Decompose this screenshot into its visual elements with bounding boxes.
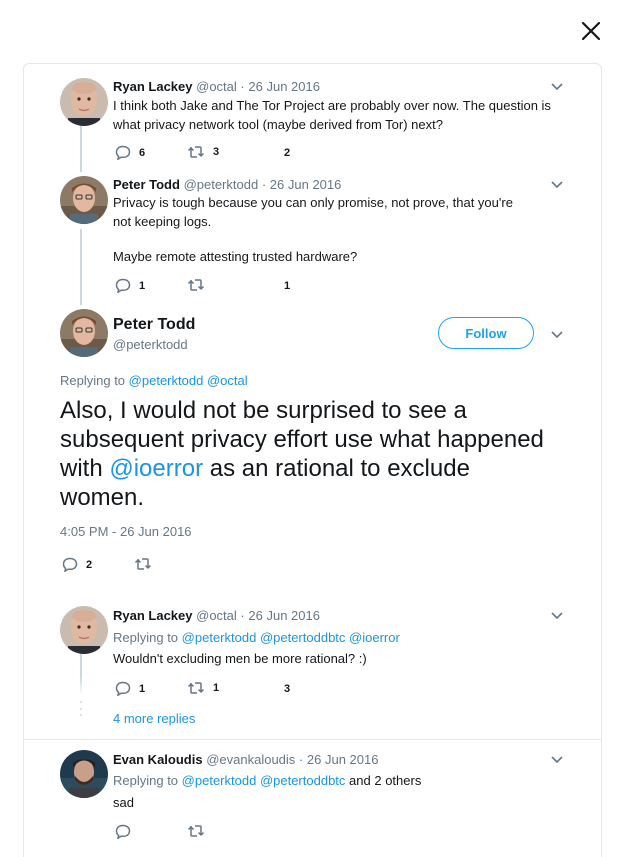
tweet-header: Evan Kaloudis @evankaloudis · 26 Jun 201… (113, 752, 378, 767)
reply-button[interactable]: 1 (115, 681, 145, 696)
tweet-date[interactable]: 26 Jun 2016 (270, 177, 342, 192)
like-count[interactable]: 3 (284, 683, 290, 695)
replying-prefix: Replying to (113, 773, 179, 788)
retweet-icon (187, 682, 205, 694)
retweet-icon (134, 558, 152, 570)
separator: · (240, 79, 245, 94)
retweet-icon (187, 825, 205, 837)
chevron-down-icon[interactable] (550, 82, 564, 92)
mention-link[interactable]: @petertoddbtc (260, 630, 345, 645)
avatar[interactable] (60, 176, 108, 224)
reply-icon (115, 824, 131, 839)
thread-dot (80, 714, 82, 716)
retweet-button[interactable] (187, 278, 205, 292)
user-handle[interactable]: @octal (196, 79, 237, 94)
tweet-header: Ryan Lackey @octal · 26 Jun 2016 (113, 608, 320, 623)
separator: · (298, 752, 304, 767)
reply-count: 6 (139, 146, 146, 159)
replying-to: Replying to @peterktodd @petertoddbtc an… (113, 772, 421, 791)
separator: · (261, 177, 267, 192)
mention-link[interactable]: @ioerror (109, 455, 203, 482)
retweet-button[interactable] (134, 557, 152, 571)
mention-link[interactable]: @peterktodd (182, 773, 257, 788)
mention-link[interactable]: @peterktodd (129, 373, 204, 388)
thread-line (80, 650, 82, 695)
reply-icon (62, 557, 78, 572)
reply-icon (115, 145, 131, 160)
avatar[interactable] (60, 309, 108, 357)
chevron-down-icon[interactable] (550, 611, 564, 621)
user-name[interactable]: Peter Todd (113, 177, 180, 192)
mention-link[interactable]: @ioerror (349, 630, 400, 645)
retweet-icon (187, 146, 205, 158)
mention-link[interactable]: @peterktodd (182, 630, 257, 645)
divider (23, 739, 602, 740)
tweet-header: Peter Todd @peterktodd · 26 Jun 2016 (113, 177, 341, 192)
tweet-timestamp[interactable]: 4:05 PM - 26 Jun 2016 (60, 524, 192, 539)
tweet-header: Ryan Lackey @octal · 26 Jun 2016 (113, 79, 320, 94)
thread-dot (80, 701, 82, 703)
close-icon[interactable] (578, 18, 604, 44)
replying-to: Replying to @peterktodd @octal (60, 373, 248, 388)
user-handle[interactable]: @evankaloudis (206, 752, 295, 767)
retweet-button[interactable]: 1 (187, 681, 219, 695)
separator: · (240, 608, 245, 623)
chevron-down-icon[interactable] (550, 330, 564, 340)
reply-button[interactable] (115, 824, 131, 839)
chevron-down-icon[interactable] (550, 755, 564, 765)
tweet-text: Privacy is tough because you can only pr… (113, 195, 513, 229)
reply-count: 1 (139, 682, 146, 695)
avatar[interactable] (60, 606, 108, 654)
avatar[interactable] (60, 750, 108, 798)
reply-count: 2 (86, 558, 93, 571)
follow-button[interactable]: Follow (438, 317, 534, 349)
like-count[interactable]: 1 (284, 280, 290, 292)
retweet-count: 1 (213, 682, 220, 694)
user-name[interactable]: Peter Todd (113, 316, 195, 334)
mention-link[interactable]: @petertoddbtc (260, 773, 345, 788)
replying-to: Replying to @peterktodd @petertoddbtc @i… (113, 629, 400, 648)
reply-icon (115, 681, 131, 696)
retweet-button[interactable] (187, 824, 205, 838)
user-name[interactable]: Ryan Lackey (113, 608, 193, 623)
reply-icon (115, 278, 131, 293)
reply-count: 1 (139, 279, 146, 292)
replying-suffix[interactable]: and 2 others (349, 773, 421, 788)
reply-button[interactable]: 2 (62, 557, 92, 572)
retweet-count: 3 (213, 146, 220, 158)
thread-line (80, 229, 82, 305)
tweet-text: I think both Jake and The Tor Project ar… (113, 98, 551, 132)
thread-line (80, 125, 82, 172)
user-handle[interactable]: @peterktodd (184, 177, 259, 192)
tweet-date[interactable]: 26 Jun 2016 (248, 608, 320, 623)
tweet-text: Wouldn't excluding men be more rational?… (113, 651, 367, 666)
tweet-text: sad (113, 795, 134, 810)
tweet-date[interactable]: 26 Jun 2016 (307, 752, 379, 767)
replying-prefix: Replying to (113, 630, 179, 645)
user-handle[interactable]: @peterktodd (113, 337, 188, 352)
reply-button[interactable]: 1 (115, 278, 145, 293)
user-name[interactable]: Evan Kaloudis (113, 752, 203, 767)
main-tweet-text: Also, I would not be surprised to see a … (60, 396, 550, 512)
replying-prefix: Replying to (60, 373, 126, 388)
user-name[interactable]: Ryan Lackey (113, 79, 193, 94)
tweet-text: Maybe remote attesting trusted hardware? (113, 249, 358, 264)
chevron-down-icon[interactable] (550, 180, 564, 190)
tweet-date[interactable]: 26 Jun 2016 (248, 79, 320, 94)
reply-button[interactable]: 6 (115, 145, 145, 160)
like-count[interactable]: 2 (284, 147, 290, 159)
thread-dot (80, 708, 82, 710)
retweet-button[interactable]: 3 (187, 145, 219, 159)
user-handle[interactable]: @octal (196, 608, 237, 623)
more-replies-link[interactable]: 4 more replies (113, 711, 195, 726)
avatar[interactable] (60, 78, 108, 126)
mention-link[interactable]: @octal (207, 373, 248, 388)
retweet-icon (187, 279, 205, 291)
